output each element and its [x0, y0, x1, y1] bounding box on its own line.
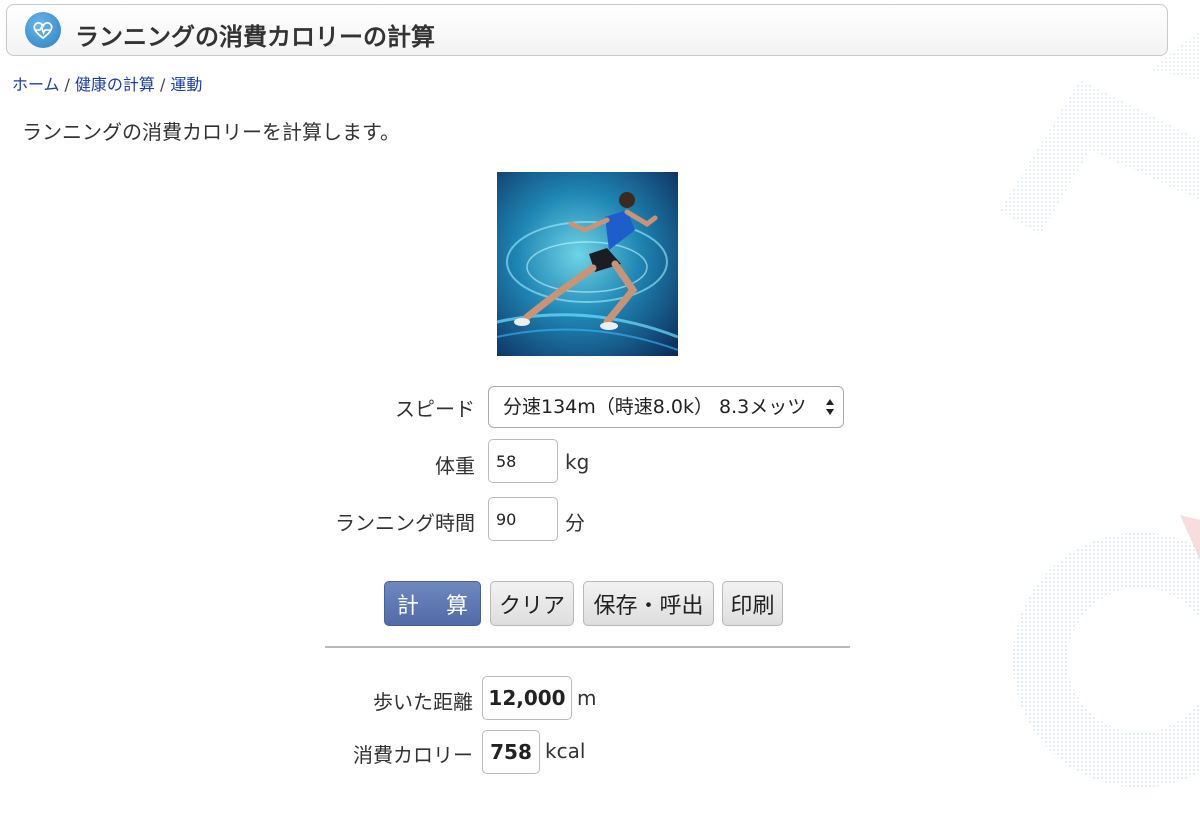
weight-input[interactable]: 58	[488, 439, 558, 483]
running-man-image	[497, 172, 678, 356]
weight-unit: kg	[565, 450, 590, 474]
speed-label: スピード	[395, 397, 475, 421]
running-time-input[interactable]: 90	[488, 497, 558, 541]
select-arrows-icon	[826, 399, 834, 415]
breadcrumb-health-link[interactable]: 健康の計算	[75, 75, 155, 94]
distance-result: 12,000	[482, 676, 572, 720]
background-decoration	[1000, 30, 1200, 788]
breadcrumb-separator: /	[64, 75, 70, 94]
weight-label: 体重	[435, 454, 475, 478]
calories-result: 758	[482, 730, 540, 774]
intro-text: ランニングの消費カロリーを計算します。	[22, 120, 400, 144]
page-title: ランニングの消費カロリーの計算	[75, 23, 435, 51]
breadcrumb-separator: /	[159, 75, 166, 94]
speed-select-value: 分速134m（時速8.0k） 8.3メッツ	[503, 396, 807, 418]
breadcrumb-home-link[interactable]: ホーム	[12, 75, 60, 94]
running-time-label: ランニング時間	[335, 511, 475, 535]
divider	[325, 646, 850, 648]
clear-button[interactable]: クリア	[490, 581, 574, 626]
breadcrumb: ホーム / 健康の計算 / 運動	[12, 71, 202, 95]
calories-label: 消費カロリー	[353, 743, 473, 767]
save-load-button[interactable]: 保存・呼出	[583, 581, 714, 626]
breadcrumb-exercise-link[interactable]: 運動	[170, 75, 202, 94]
distance-unit: m	[577, 686, 597, 710]
print-button[interactable]: 印刷	[722, 581, 783, 626]
calculate-button[interactable]: 計 算	[384, 581, 481, 626]
calories-unit: kcal	[545, 739, 586, 763]
heart-pulse-icon	[25, 12, 61, 48]
page-header: ランニングの消費カロリーの計算	[6, 4, 1168, 56]
weight-input-value: 58	[496, 451, 517, 471]
distance-label: 歩いた距離	[373, 690, 473, 714]
running-time-unit: 分	[565, 511, 585, 535]
speed-select[interactable]: 分速134m（時速8.0k） 8.3メッツ	[488, 386, 844, 428]
running-time-input-value: 90	[496, 509, 517, 529]
